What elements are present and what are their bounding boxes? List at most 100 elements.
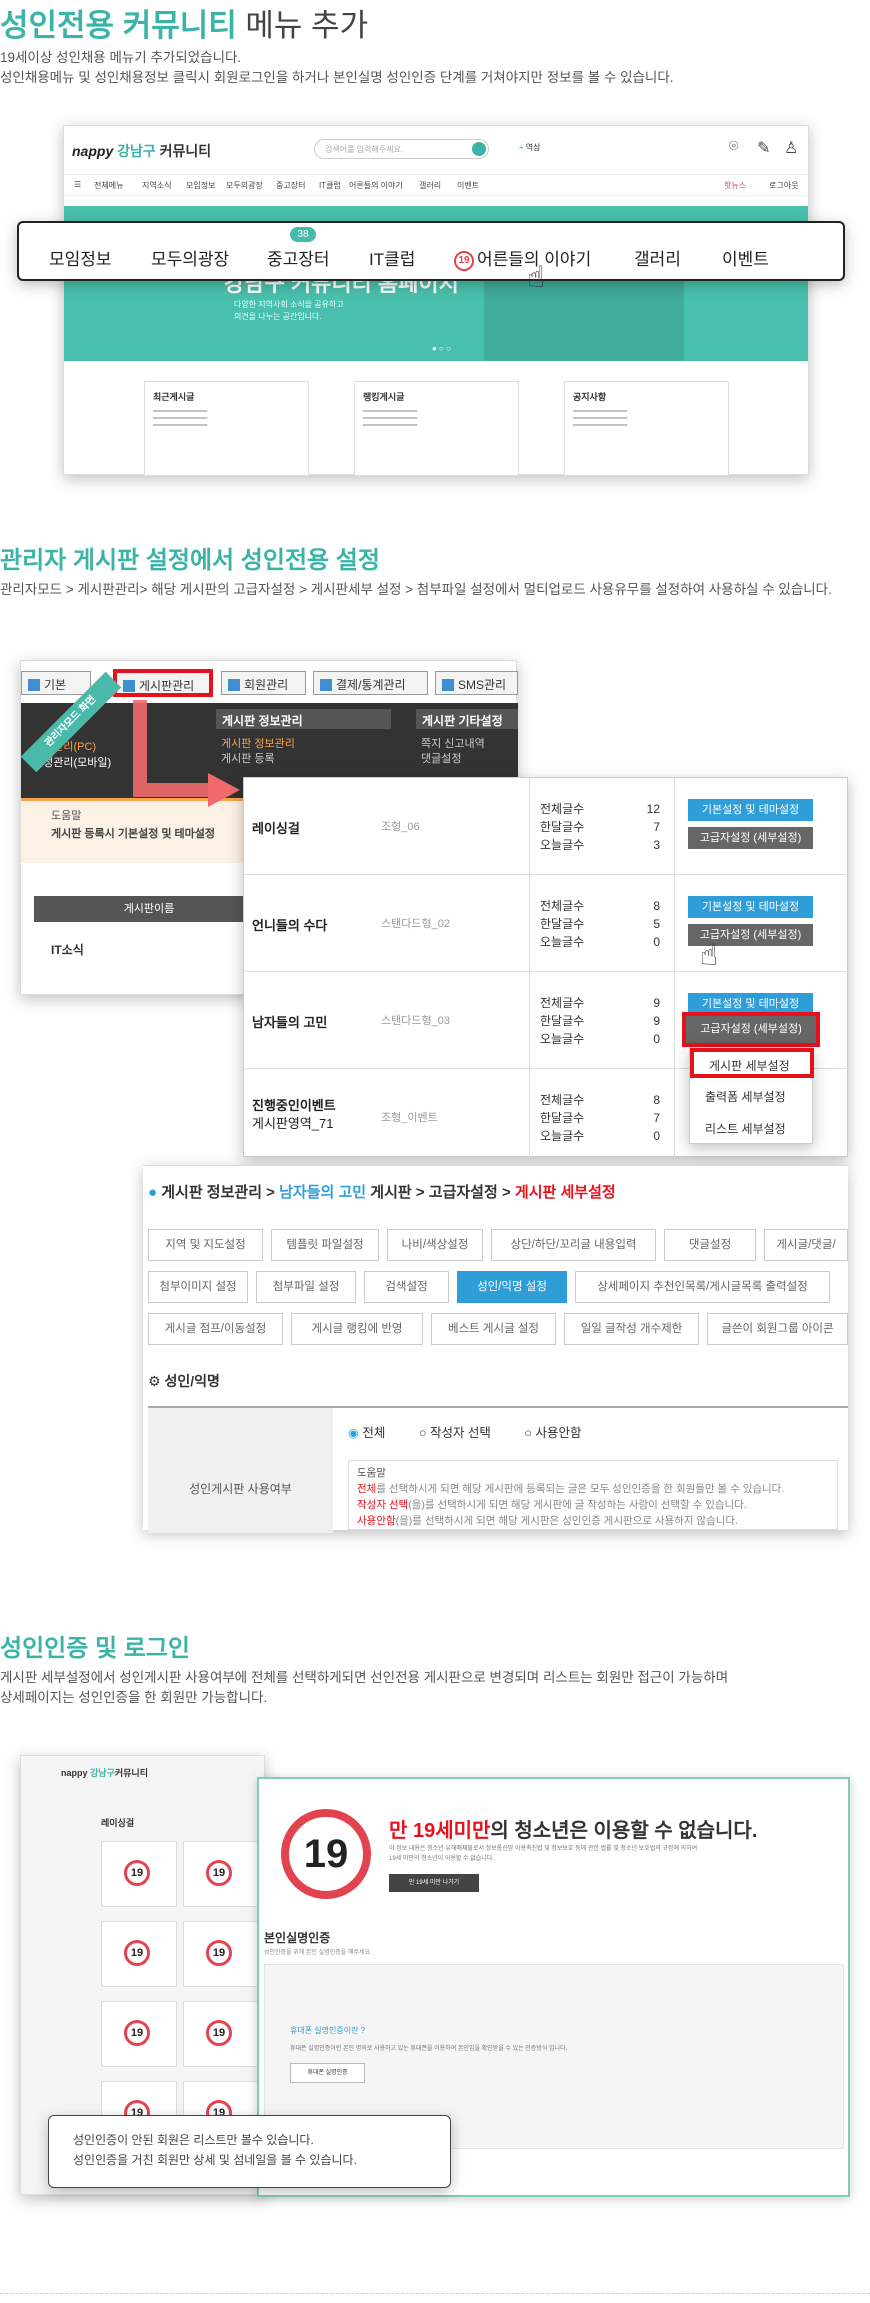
exit-button[interactable]: 만 19세 미만 나가기	[389, 1874, 479, 1892]
nav-event[interactable]: 이벤트	[722, 245, 769, 270]
locked-thumbnail[interactable]: 19	[101, 1841, 177, 1907]
nav-itclub[interactable]: IT클럽	[369, 245, 415, 270]
locked-thumbnail[interactable]: 19	[101, 2001, 177, 2067]
setting-button[interactable]: 첨부이미지 설정	[148, 1271, 248, 1303]
nav-plaza[interactable]: 모두의광장	[151, 245, 229, 270]
table-row[interactable]: 언니들의 수다 스탠다드형_02 전체글수 한달글수 오늘글수 8 5 0 기본설정 및…	[244, 875, 849, 972]
setting-button[interactable]: 나비/색상설정	[387, 1229, 483, 1261]
setting-button[interactable]: 상세페이지 추천인목록/게시글목록 출력설정	[575, 1271, 830, 1303]
section3-title: 성인인증 및 로그인	[0, 1635, 190, 1662]
search-input[interactable]: 검색어를 입력해주세요.	[314, 139, 489, 159]
setting-button[interactable]: 게시글 점프/이동설정	[148, 1313, 283, 1345]
board-name[interactable]: 진행중인이벤트 게시판영역_71	[252, 1097, 336, 1133]
setting-button[interactable]: 지역 및 지도설정	[148, 1229, 263, 1261]
nav-item[interactable]: 전체메뉴	[94, 180, 123, 191]
nav-moim[interactable]: 모임정보	[49, 245, 112, 270]
card-lines: ━━━━━━━━━━━━━━━ ━━━━━━━━━━━━━━━ ━━━━━━━━━━…	[363, 409, 418, 429]
tab-label: 회원관리	[244, 678, 289, 692]
radio-label: 전체	[362, 1426, 386, 1440]
board-name-line: 진행중인이벤트	[252, 1098, 336, 1113]
stat-value: 5	[653, 917, 660, 931]
board-name[interactable]: 언니들의 수다	[252, 915, 327, 934]
setting-button[interactable]: 글쓴이 회원그룹 아이콘	[707, 1313, 848, 1345]
help-title: 도움말	[51, 810, 82, 822]
nav-item[interactable]: 지역소식	[142, 180, 171, 191]
nav-item[interactable]: 모임정보	[186, 180, 215, 191]
page-divider	[0, 2293, 870, 2294]
phone-verify-desc: 휴대폰 실명인증이란 본인 명의로 사용하고 있는 휴대폰을 이용하여 본인임을…	[290, 2046, 568, 2052]
basic-settings-button[interactable]: 기본설정 및 테마설정	[688, 896, 813, 918]
tab-board-manage[interactable]: 게시판관리	[113, 669, 213, 697]
setting-button[interactable]: 첨부파일 설정	[256, 1271, 356, 1303]
title-green: 성인전용 커뮤니티	[0, 8, 237, 43]
dropdown-output-detail[interactable]: 출력폼 세부설정	[705, 1088, 786, 1105]
advanced-settings-button[interactable]: 고급자설정 (세부설정)	[688, 827, 813, 849]
dropdown-board-detail[interactable]: 게시판 세부설정	[690, 1048, 814, 1078]
locked-thumbnail[interactable]: 19	[183, 2001, 259, 2067]
tab-sms[interactable]: SMS관리	[435, 671, 518, 695]
stat-value: 8	[653, 899, 660, 913]
radio-none[interactable]: ○ 사용안함	[524, 1426, 581, 1440]
logout-link[interactable]: 로그아웃	[769, 180, 798, 191]
basic-settings-button[interactable]: 기본설정 및 테마설정	[688, 799, 813, 821]
nav-item[interactable]: 갤러리	[419, 180, 441, 191]
submenu-item[interactable]: 댓글설정	[421, 752, 485, 767]
setting-button[interactable]: 검색설정	[364, 1271, 449, 1303]
card-title: 랭킹게시글	[363, 392, 405, 402]
edit-icon[interactable]: ✎	[757, 138, 770, 158]
nav-adult-stories[interactable]: 19 어른들의 이야기	[454, 245, 591, 271]
search-icon[interactable]	[472, 142, 486, 156]
setting-button[interactable]: 베스트 게시글 설정	[431, 1313, 556, 1345]
locked-thumbnail[interactable]: 19	[183, 1841, 259, 1907]
setting-button[interactable]: 게시글/댓글/	[764, 1229, 848, 1261]
setting-button[interactable]: 일일 글작성 개수제한	[564, 1313, 699, 1345]
board-name[interactable]: 레이싱걸	[252, 818, 300, 837]
help-line: 작성자 선택(을)를 선택하시게 되면 해당 게시판에 글 작성하는 사람이 선…	[357, 1497, 829, 1513]
desc-line: 19세이상 성인채용 메뉴기 추가되었습니다.	[0, 50, 242, 65]
locked-thumbnail[interactable]: 19	[101, 1921, 177, 1987]
tab-member[interactable]: 회원관리	[221, 671, 306, 695]
nav-item[interactable]: IT클럽	[319, 180, 341, 191]
user-icon[interactable]: ♙	[784, 138, 798, 158]
board-name[interactable]: 남자들의 고민	[252, 1012, 327, 1031]
nav-item[interactable]: 이벤트	[457, 180, 479, 191]
submenu-item[interactable]: 쪽지 신고내역	[421, 737, 485, 752]
board-item[interactable]: IT소식	[51, 941, 84, 958]
table-row[interactable]: 레이싱걸 조형_06 전체글수 한달글수 오늘글수 12 7 3 기본설정 및 테마설정…	[244, 778, 849, 875]
carousel-dots[interactable]: ● ○ ○	[432, 344, 451, 353]
advanced-settings-button-highlight[interactable]: 고급자설정 (세부설정)	[682, 1012, 820, 1047]
nav-item[interactable]: 모두의광장	[226, 180, 263, 191]
tab-icon	[320, 679, 332, 691]
setting-button[interactable]: 댓글설정	[664, 1229, 756, 1261]
map-pin-icon[interactable]: ⌾	[729, 138, 739, 156]
warning-detail: 이 정보 내용은 청소년 유해매체물로서 정보통신망 이용촉진법 및 정보보호 …	[389, 1844, 829, 1864]
recent-posts-card: 최근게시글 ━━━━━━━━━━━━━━━ ━━━━━━━━━━━━━━━ ━━━━━…	[144, 381, 309, 476]
nav-item[interactable]: 어른들의 이야기	[349, 180, 403, 191]
nav-item[interactable]: 중고장터	[276, 180, 305, 191]
setting-button[interactable]: 상단/하단/꼬리글 내용입력	[491, 1229, 656, 1261]
dropdown-list-detail[interactable]: 리스트 세부설정	[705, 1120, 786, 1137]
nav-market[interactable]: 중고장터	[267, 245, 330, 270]
menu-board-etc[interactable]: 게시판 기타설정	[416, 709, 518, 729]
location-select[interactable]: ⌖ 역삼	[519, 142, 540, 153]
stat-value: 7	[653, 1111, 660, 1125]
tab-payment[interactable]: 결제/통계관리	[313, 671, 428, 695]
stat-value: 8	[653, 1093, 660, 1107]
setting-button[interactable]: 게시글 랭킹에 반영	[291, 1313, 423, 1345]
card-title: 공지사항	[573, 392, 607, 402]
setting-button[interactable]: 템플릿 파일설정	[271, 1229, 379, 1261]
board-skin: 스탠다드형_02	[381, 918, 450, 930]
setting-button-adult-anon[interactable]: 성인/익명 설정	[457, 1271, 567, 1303]
hot-news-link[interactable]: 핫뉴스	[724, 180, 746, 191]
radio-all[interactable]: ◉ 전체	[348, 1426, 385, 1440]
section1-desc: 19세이상 성인채용 메뉴기 추가되었습니다. 성인채용메뉴 및 성인채용정보 …	[0, 48, 674, 88]
phone-verify-button[interactable]: 휴대폰 실명인증	[290, 2063, 365, 2083]
site-logo[interactable]: nappy 강남구 커뮤니티	[72, 141, 211, 161]
locked-thumbnail[interactable]: 19	[183, 1921, 259, 1987]
tab-basic[interactable]: 기본	[21, 671, 91, 695]
desc-line: 성인채용메뉴 및 성인채용정보 클릭시 회원로그인을 하거나 본인실명 성인인증…	[0, 70, 674, 85]
adult-19-icon: 19	[206, 2020, 232, 2046]
radio-author-select[interactable]: ○ 작성자 선택	[419, 1426, 491, 1440]
menu-icon[interactable]: ☰	[74, 180, 81, 189]
nav-gallery[interactable]: 갤러리	[634, 245, 681, 270]
